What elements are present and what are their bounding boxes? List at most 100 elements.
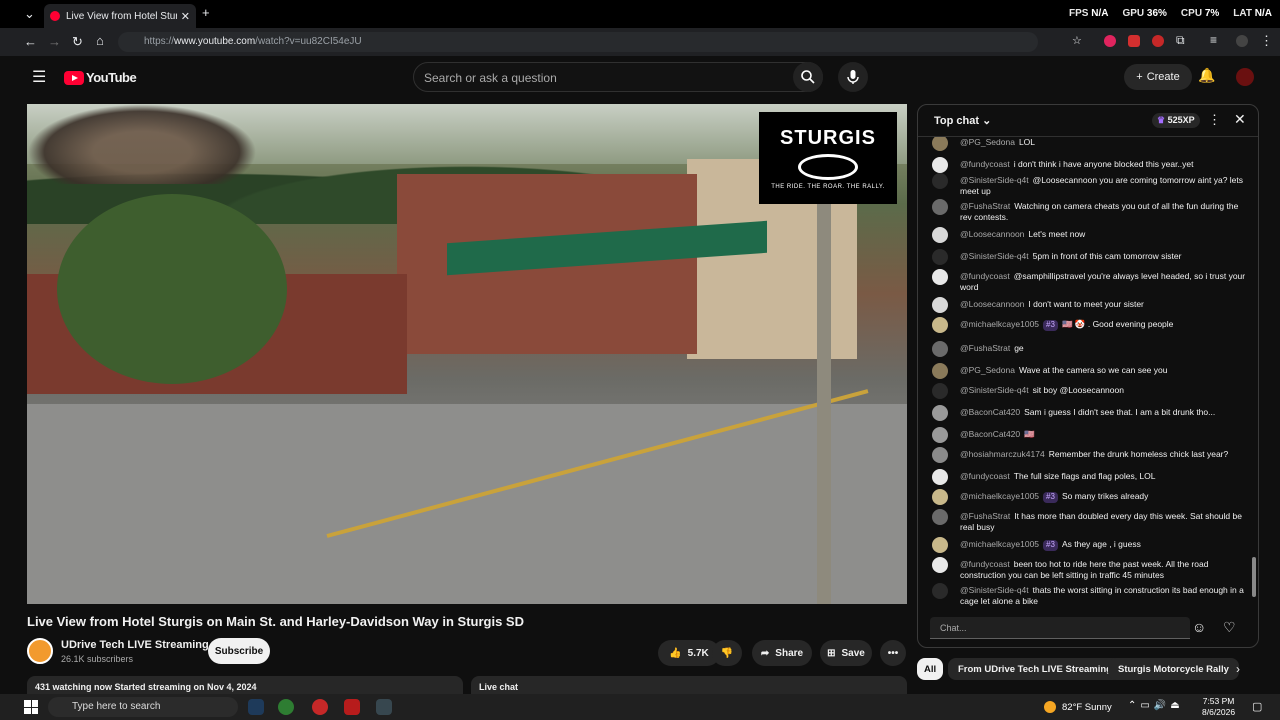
search-button[interactable] bbox=[793, 62, 823, 92]
chat-user-avatar[interactable] bbox=[932, 363, 948, 379]
description-summary[interactable]: 431 watching now Started streaming on No… bbox=[27, 676, 463, 696]
search-input[interactable]: Search or ask a question bbox=[413, 62, 823, 92]
chat-username[interactable]: @Loosecannoon bbox=[960, 229, 1024, 239]
home-icon[interactable]: ⌂ bbox=[96, 33, 104, 48]
address-bar[interactable]: https://www.youtube.com/watch?v=uu82CI54… bbox=[118, 32, 1038, 52]
like-button[interactable]: 👍 5.7K bbox=[658, 640, 720, 666]
taskbar-clock[interactable]: 7:53 PM 8/6/2026 bbox=[1202, 696, 1235, 718]
chat-user-avatar[interactable] bbox=[932, 383, 948, 399]
chat-user-avatar[interactable] bbox=[932, 583, 948, 599]
chat-user-avatar[interactable] bbox=[932, 489, 948, 505]
chat-scrollbar[interactable] bbox=[1252, 557, 1256, 597]
chat-username[interactable]: @PG_Sedona bbox=[960, 365, 1015, 375]
reading-list-icon[interactable]: ≡ bbox=[1210, 33, 1217, 47]
chip-sturgis-rally[interactable]: Sturgis Motorcycle Rally bbox=[1108, 658, 1239, 680]
taskbar-app-icon[interactable] bbox=[248, 699, 264, 715]
chat-user-avatar[interactable] bbox=[932, 173, 948, 189]
chat-user-avatar[interactable] bbox=[932, 341, 948, 357]
chat-username[interactable]: @fundycoast bbox=[960, 471, 1010, 481]
heart-icon[interactable]: ♡ bbox=[1223, 619, 1236, 636]
taskbar-app-icon[interactable] bbox=[344, 699, 360, 715]
chat-user-avatar[interactable] bbox=[932, 199, 948, 215]
chat-user-avatar[interactable] bbox=[932, 137, 948, 151]
profile-avatar[interactable] bbox=[1236, 35, 1248, 47]
chat-user-avatar[interactable] bbox=[932, 227, 948, 243]
extension-icon[interactable] bbox=[1104, 35, 1116, 47]
chat-username[interactable]: @SinisterSide-q4t bbox=[960, 175, 1029, 185]
forward-icon[interactable]: → bbox=[48, 34, 61, 49]
notification-icon[interactable]: ▢ bbox=[1252, 700, 1262, 713]
chat-user-avatar[interactable] bbox=[932, 509, 948, 525]
chrome-icon[interactable] bbox=[278, 699, 294, 715]
chat-username[interactable]: @michaelkcaye1005 bbox=[960, 491, 1039, 501]
system-tray-icons[interactable]: ⌃▭🔊⏏ bbox=[1128, 700, 1184, 711]
extension-icon[interactable] bbox=[1152, 35, 1164, 47]
hamburger-menu-icon[interactable]: ☰ bbox=[32, 67, 46, 87]
extension-icon[interactable] bbox=[1128, 35, 1140, 47]
chat-input[interactable]: Chat... bbox=[930, 617, 1190, 639]
voice-search-button[interactable] bbox=[838, 62, 868, 92]
chip-from-channel[interactable]: From UDrive Tech LIVE Streaming bbox=[948, 658, 1122, 680]
youtube-logo[interactable]: YouTube bbox=[64, 70, 137, 85]
chat-username[interactable]: @fundycoast bbox=[960, 559, 1010, 569]
dislike-button[interactable]: 👎 bbox=[712, 640, 742, 666]
chat-username[interactable]: @SinisterSide-q4t bbox=[960, 251, 1029, 261]
chat-user-avatar[interactable] bbox=[932, 297, 948, 313]
chat-username[interactable]: @FushaStrat bbox=[960, 201, 1010, 211]
create-button[interactable]: + Create bbox=[1124, 64, 1192, 90]
chat-username[interactable]: @BaconCat420 bbox=[960, 407, 1020, 417]
notifications-bell-icon[interactable]: 🔔 bbox=[1198, 67, 1215, 84]
chat-username[interactable]: @PG_Sedona bbox=[960, 137, 1015, 147]
bookmark-star-icon[interactable]: ☆ bbox=[1072, 34, 1082, 47]
chat-username[interactable]: @michaelkcaye1005 bbox=[960, 319, 1039, 329]
chat-username[interactable]: @SinisterSide-q4t bbox=[960, 585, 1029, 595]
video-player[interactable]: STURGIS THE RIDE. THE ROAR. THE RALLY. bbox=[27, 104, 907, 604]
xp-badge[interactable]: ♛ 525XP bbox=[1152, 113, 1200, 128]
chevron-right-icon[interactable]: › bbox=[1236, 662, 1240, 676]
save-button[interactable]: ⊞ Save bbox=[820, 640, 872, 666]
chrome-icon[interactable] bbox=[312, 699, 328, 715]
browser-menu-icon[interactable]: ⋮ bbox=[1260, 33, 1273, 49]
chat-user-avatar[interactable] bbox=[932, 249, 948, 265]
chat-username[interactable]: @SinisterSide-q4t bbox=[960, 385, 1029, 395]
chat-user-avatar[interactable] bbox=[932, 269, 948, 285]
chat-username[interactable]: @hosiahmarczuk4174 bbox=[960, 449, 1045, 459]
reload-icon[interactable]: ↻ bbox=[72, 34, 83, 50]
weather-widget[interactable]: 82°F Sunny bbox=[1044, 701, 1112, 713]
chat-username[interactable]: @FushaStrat bbox=[960, 343, 1010, 353]
chat-user-avatar[interactable] bbox=[932, 317, 948, 333]
chat-user-avatar[interactable] bbox=[932, 557, 948, 573]
chat-close-icon[interactable]: ✕ bbox=[1234, 111, 1246, 128]
taskbar-search-input[interactable]: Type here to search bbox=[48, 697, 238, 717]
browser-tab[interactable]: Live View from Hotel Sturgis on ✕ bbox=[44, 4, 196, 28]
more-actions-button[interactable]: ••• bbox=[880, 640, 906, 666]
chat-username[interactable]: @FushaStrat bbox=[960, 511, 1010, 521]
channel-name[interactable]: UDrive Tech LIVE Streaming bbox=[61, 639, 209, 651]
chat-user-avatar[interactable] bbox=[932, 157, 948, 173]
live-chat-replay-bar[interactable]: Live chat bbox=[471, 676, 907, 696]
chat-user-avatar[interactable] bbox=[932, 427, 948, 443]
chat-username[interactable]: @fundycoast bbox=[960, 271, 1010, 281]
chat-username[interactable]: @fundycoast bbox=[960, 159, 1010, 169]
chat-user-avatar[interactable] bbox=[932, 405, 948, 421]
taskbar-app-icon[interactable] bbox=[376, 699, 392, 715]
channel-avatar[interactable] bbox=[27, 638, 53, 664]
tab-close-icon[interactable]: ✕ bbox=[181, 10, 190, 23]
account-avatar[interactable] bbox=[1236, 68, 1254, 86]
chat-username[interactable]: @michaelkcaye1005 bbox=[960, 539, 1039, 549]
back-icon[interactable]: ← bbox=[24, 34, 37, 49]
emoji-icon[interactable]: ☺ bbox=[1192, 619, 1206, 635]
tab-list-icon[interactable]: ⌄ bbox=[24, 6, 35, 22]
chat-menu-icon[interactable]: ⋮ bbox=[1208, 112, 1221, 128]
chat-mode-dropdown[interactable]: Top chat ⌄ bbox=[934, 114, 991, 127]
new-tab-icon[interactable]: + bbox=[202, 5, 210, 20]
chat-user-avatar[interactable] bbox=[932, 447, 948, 463]
windows-start-icon[interactable] bbox=[24, 700, 38, 714]
chat-username[interactable]: @Loosecannoon bbox=[960, 299, 1024, 309]
chat-username[interactable]: @BaconCat420 bbox=[960, 429, 1020, 439]
subscribe-button[interactable]: Subscribe bbox=[208, 638, 270, 664]
chip-all[interactable]: All bbox=[917, 658, 944, 680]
chat-user-avatar[interactable] bbox=[932, 537, 948, 553]
chat-user-avatar[interactable] bbox=[932, 469, 948, 485]
share-button[interactable]: ➦ Share bbox=[752, 640, 812, 666]
